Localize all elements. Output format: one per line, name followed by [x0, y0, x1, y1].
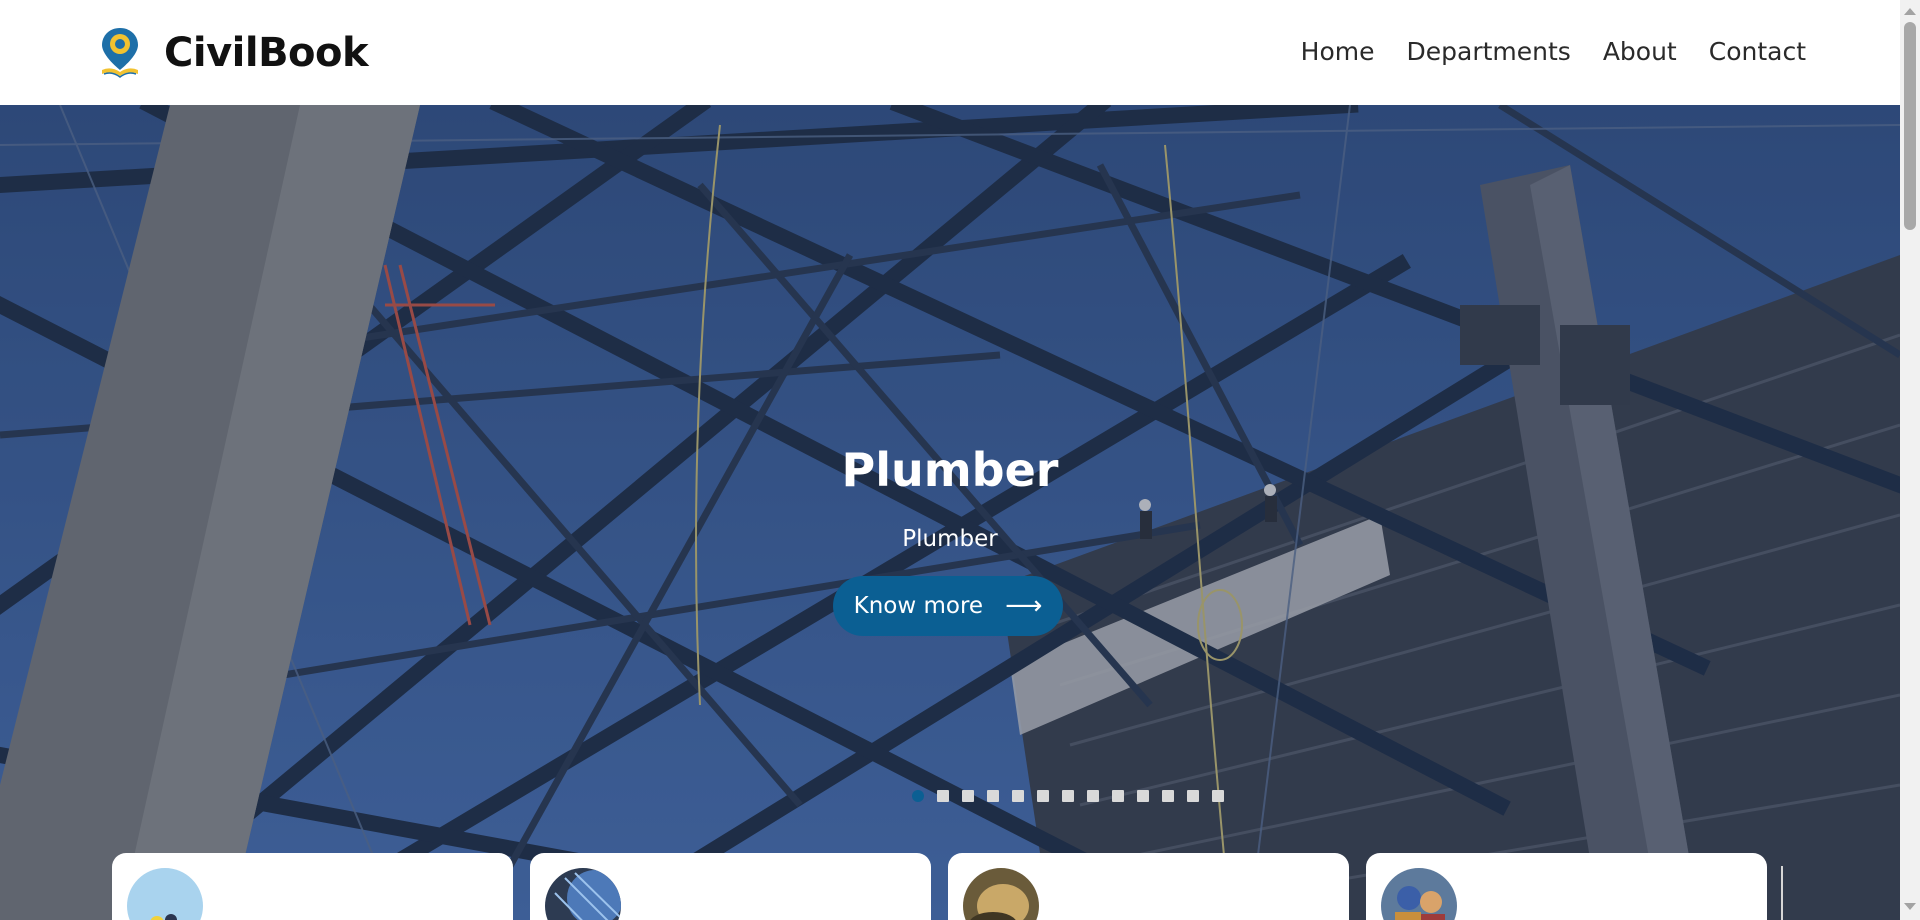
hero-title: Plumber [841, 443, 1059, 497]
department-card-4[interactable] [1366, 853, 1767, 920]
department-card-1[interactable] [112, 853, 513, 920]
department-cards [112, 853, 1767, 920]
nav-departments[interactable]: Departments [1407, 34, 1571, 70]
page: CivilBook Home Departments About Contact [0, 0, 1900, 920]
carousel-dot-6[interactable] [1037, 790, 1049, 802]
carousel-dot-3[interactable] [962, 790, 974, 802]
vertical-scrollbar[interactable] [1900, 0, 1920, 920]
department-avatar [545, 868, 621, 920]
carousel-dot-5[interactable] [1012, 790, 1024, 802]
scrollbar-thumb[interactable] [1904, 22, 1916, 230]
carousel-dot-2[interactable] [937, 790, 949, 802]
know-more-button[interactable]: Know more ⟶ [833, 576, 1063, 636]
carousel-dot-11[interactable] [1162, 790, 1174, 802]
know-more-label: Know more [853, 593, 984, 619]
department-avatar [963, 868, 1039, 920]
carousel-dot-7[interactable] [1062, 790, 1074, 802]
carousel-dot-1[interactable] [912, 790, 924, 802]
hero-subtitle: Plumber [902, 526, 998, 552]
arrow-right-icon: ⟶ [1005, 591, 1043, 621]
main-nav: Home Departments About Contact [1301, 34, 1806, 70]
carousel-dot-4[interactable] [987, 790, 999, 802]
hero-carousel: Plumber Plumber Know more ⟶ [0, 105, 1900, 920]
site-header: CivilBook Home Departments About Contact [0, 0, 1900, 105]
department-avatar [1381, 868, 1457, 920]
nav-about[interactable]: About [1603, 34, 1677, 70]
carousel-dot-13[interactable] [1212, 790, 1224, 802]
scroll-up-arrow-icon[interactable] [1904, 8, 1916, 15]
carousel-dot-9[interactable] [1112, 790, 1124, 802]
carousel-indicators [912, 790, 1224, 802]
nav-contact[interactable]: Contact [1709, 34, 1806, 70]
scroll-down-arrow-icon[interactable] [1904, 903, 1916, 910]
nav-home[interactable]: Home [1301, 34, 1375, 70]
carousel-dot-10[interactable] [1137, 790, 1149, 802]
department-card-3[interactable] [948, 853, 1349, 920]
carousel-dot-12[interactable] [1187, 790, 1199, 802]
location-pin-book-logo-icon [102, 28, 138, 78]
brand-name: CivilBook [164, 30, 369, 76]
department-avatar [127, 868, 203, 920]
divider [1781, 866, 1783, 920]
department-card-2[interactable] [530, 853, 931, 920]
carousel-dot-8[interactable] [1087, 790, 1099, 802]
brand[interactable]: CivilBook [98, 26, 369, 80]
